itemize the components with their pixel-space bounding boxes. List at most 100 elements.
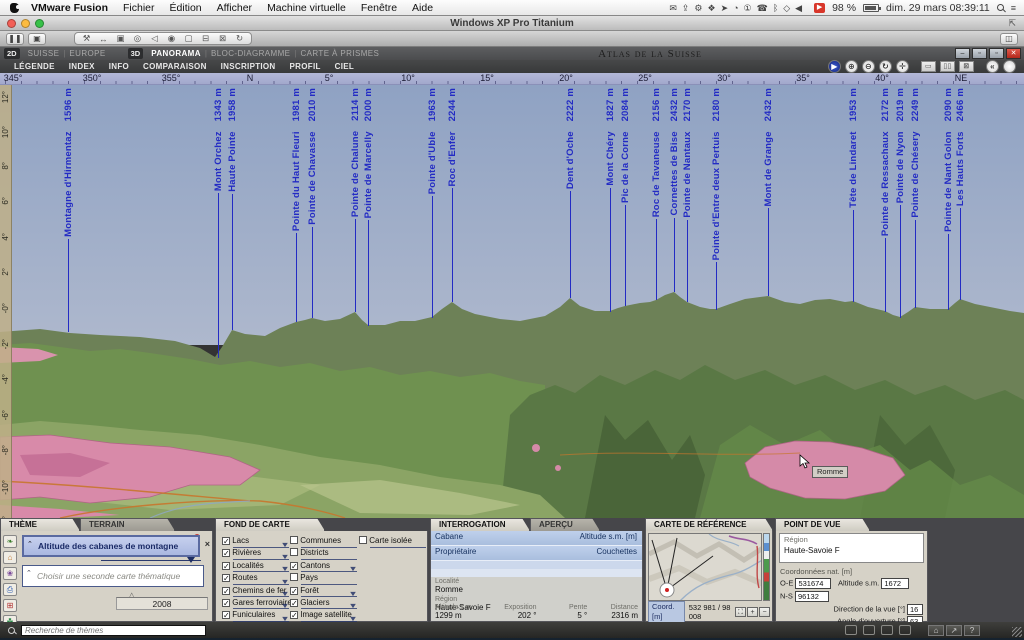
opacity-slider-gares-ferroviaires[interactable] <box>233 608 289 609</box>
layout-split-button[interactable]: ▯▯ <box>940 61 955 72</box>
send-icon[interactable]: ➤ <box>721 3 729 13</box>
opacity-slider-pays[interactable] <box>301 584 357 585</box>
layout-single-button[interactable]: ▭ <box>921 61 936 72</box>
layer-cantons[interactable]: ✓ Cantons <box>290 561 368 573</box>
arrows-icon[interactable]: ↔ <box>95 34 112 44</box>
layer-communes[interactable]: Communes <box>290 536 368 548</box>
checkbox-funiculaires[interactable]: ✓ <box>222 611 230 619</box>
menu-l-gende[interactable]: LÉGENDE <box>14 62 55 71</box>
year-field[interactable]: 2008 <box>116 597 208 610</box>
mode-tab-panorama[interactable]: PANORAMA <box>151 49 201 58</box>
checkbox-routes[interactable]: ✓ <box>222 574 230 582</box>
checkbox-gares-ferroviaires[interactable]: ✓ <box>222 599 230 607</box>
checkbox-chemins-de-fer[interactable]: ✓ <box>222 587 230 595</box>
opacity-slider-communes[interactable] <box>301 547 357 548</box>
vegetation-icon[interactable]: ❧ <box>3 535 17 548</box>
opacity-slider-routes[interactable] <box>233 584 289 585</box>
mode-tab-europe[interactable]: EUROPE <box>69 49 105 58</box>
mode-tab-carte-prismes[interactable]: CARTE À PRISMES <box>300 49 379 58</box>
mode-tab-bloc-diagramme[interactable]: BLOC-DIAGRAMME <box>211 49 290 58</box>
close-button[interactable]: ✕ <box>1006 48 1021 59</box>
comment-icon[interactable] <box>863 625 875 635</box>
mac-menu-fichier[interactable]: Fichier <box>123 2 155 14</box>
opacity-slider-rivi-res[interactable] <box>233 559 289 560</box>
mac-menu-aide[interactable]: Aide <box>412 2 433 14</box>
theme-search-input[interactable] <box>21 625 206 636</box>
lock-icon[interactable]: ⊠ <box>214 33 231 44</box>
move-button[interactable]: ✛ <box>896 60 909 73</box>
layer-localit-s[interactable]: ✓ Localités <box>222 561 300 573</box>
mode-tab-suisse[interactable]: SUISSE <box>28 49 60 58</box>
clock-icon[interactable]: ◔ <box>733 3 738 13</box>
menu-comparaison[interactable]: COMPARAISON <box>143 62 207 71</box>
gear-icon[interactable]: ⚙ <box>694 3 702 13</box>
fullscreen-icon[interactable]: ⇱ <box>1008 18 1016 29</box>
altitude-field[interactable]: 1672 <box>881 578 909 589</box>
rotate-button[interactable]: ↻ <box>879 60 892 73</box>
maximize-button[interactable]: ▫ <box>989 48 1004 59</box>
checkbox-glaciers[interactable]: ✓ <box>290 599 298 607</box>
info-icon[interactable]: ① <box>744 3 752 13</box>
menu-ciel[interactable]: CIEL <box>335 62 354 71</box>
mail-icon[interactable]: ✉ <box>669 3 677 13</box>
camera-icon[interactable]: ▢ <box>180 33 197 44</box>
spotlight-icon[interactable] <box>997 4 1004 11</box>
opacity-slider-cantons[interactable] <box>301 571 357 572</box>
mac-menu-fen-tre[interactable]: Fenêtre <box>361 2 397 14</box>
reference-map[interactable] <box>648 533 762 601</box>
layer-lacs[interactable]: ✓ Lacs <box>222 536 300 548</box>
second-theme-combo[interactable]: ⌃ Choisir une seconde carte thématique <box>22 565 204 587</box>
interrogation-row-cabane[interactable]: Cabane Altitude s.m. [m] <box>431 531 642 546</box>
vmware-status-icon[interactable]: ▶ <box>814 3 825 13</box>
layout-off-button[interactable]: ⊠ <box>959 61 974 72</box>
viticulture-icon[interactable]: ❀ <box>3 567 17 580</box>
usb-icon[interactable]: ⊟ <box>197 33 214 44</box>
menubar-clock[interactable]: dim. 29 mars 08:39:11 <box>886 2 990 14</box>
spaces-icon[interactable]: ❖ <box>707 3 715 13</box>
direction-field[interactable]: 16 <box>907 604 923 615</box>
print-icon[interactable] <box>845 625 857 635</box>
layer-pays[interactable]: Pays <box>290 573 368 585</box>
checkbox-districts[interactable] <box>290 548 298 556</box>
help-button[interactable]: ? <box>964 625 980 636</box>
checkbox-rivi-res[interactable]: ✓ <box>222 549 230 557</box>
volume-icon[interactable]: ◀ <box>795 3 802 13</box>
opacity-slider-chemins-de-fer[interactable] <box>233 596 289 597</box>
opacity-slider-glaciers[interactable] <box>301 608 357 609</box>
opacity-slider-lacs[interactable] <box>233 547 289 548</box>
checkbox-communes[interactable] <box>290 536 298 544</box>
layer-rivi-res[interactable]: ✓ Rivières <box>222 548 300 560</box>
collapse-panels-button[interactable]: « <box>986 60 999 73</box>
interrogation-row-proprietaire[interactable]: Propriétaire Couchettes <box>431 546 642 561</box>
tab-apercu[interactable]: APERÇU <box>530 518 600 531</box>
layer-image-satellite[interactable]: ✓ Image satellite <box>290 610 368 622</box>
map-zoom-out-button[interactable]: − <box>759 607 770 617</box>
display-icon[interactable]: ▣ <box>112 33 129 44</box>
layer-routes[interactable]: ✓ Routes <box>222 573 300 585</box>
upload-icon[interactable]: ⇪ <box>682 3 690 13</box>
mac-menu-afficher[interactable]: Afficher <box>217 2 252 14</box>
restore-button[interactable]: ▫ <box>972 48 987 59</box>
transport-icon[interactable]: ⊞ <box>3 599 17 612</box>
home-button[interactable]: ⌂ <box>928 625 944 636</box>
calendar-icon[interactable]: ⎙ <box>3 583 17 596</box>
checkbox-cantons[interactable]: ✓ <box>290 562 298 570</box>
tab-carte-reference[interactable]: CARTE DE RÉFÉRENCE <box>645 518 773 531</box>
tab-point-de-vue[interactable]: POINT DE VUE <box>775 518 870 531</box>
disc-icon[interactable]: ◉ <box>163 33 180 44</box>
search-icon[interactable]: ◎ <box>129 33 146 44</box>
checkbox-localit-s[interactable]: ✓ <box>222 562 230 570</box>
opacity-slider-carte-isol-e[interactable] <box>370 547 426 548</box>
snapshot-button[interactable]: ▣ <box>28 33 46 45</box>
menu-profil[interactable]: PROFIL <box>290 62 321 71</box>
mac-menu-dition[interactable]: Édition <box>170 2 202 14</box>
tab-interrogation[interactable]: INTERROGATION <box>430 518 530 531</box>
bluetooth-icon[interactable]: ᛒ <box>773 3 778 13</box>
wrench-icon[interactable]: ⚒ <box>78 33 95 44</box>
layer-for-t[interactable]: ✓ Forêt <box>290 586 368 598</box>
zoom-in-button[interactable]: ⊕ <box>845 60 858 73</box>
fit-map-button[interactable]: ⛶ <box>735 607 746 617</box>
checkbox-lacs[interactable]: ✓ <box>222 537 230 545</box>
layer-glaciers[interactable]: ✓ Glaciers <box>290 598 368 610</box>
layer-chemins-de-fer[interactable]: ✓ Chemins de fer <box>222 586 300 598</box>
